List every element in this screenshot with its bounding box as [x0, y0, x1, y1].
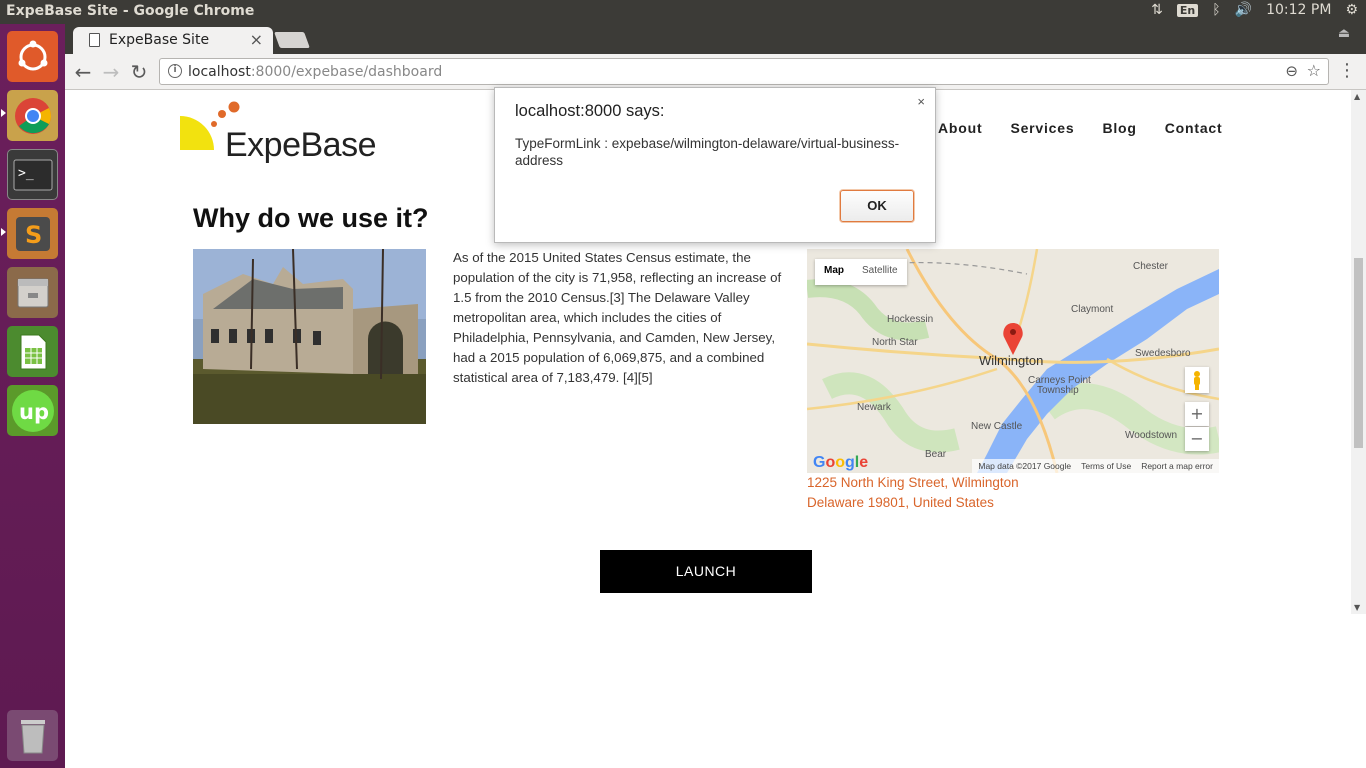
new-tab-button[interactable]	[274, 32, 310, 48]
alert-title: localhost:8000 says:	[515, 102, 665, 120]
network-icon[interactable]: ⇅	[1151, 2, 1163, 18]
map-label-hockessin: Hockessin	[887, 314, 934, 325]
building-photo	[193, 249, 426, 424]
upwork-app-icon[interactable]: up	[7, 385, 58, 436]
address-line-1: 1225 North King Street, Wilmington	[807, 475, 1019, 490]
files-app-icon[interactable]	[7, 267, 58, 318]
map-label-woodstown: Woodstown	[1125, 430, 1178, 441]
site-info-icon[interactable]: i	[168, 64, 182, 78]
chrome-app-icon[interactable]	[7, 90, 58, 141]
bookmark-star-icon[interactable]: ☆	[1307, 61, 1321, 80]
map-label-new-castle: New Castle	[971, 421, 1023, 432]
map-report-error-link[interactable]: Report a map error	[1141, 459, 1213, 473]
nav-blog[interactable]: Blog	[1102, 120, 1136, 136]
map-terms-link[interactable]: Terms of Use	[1081, 459, 1131, 473]
profile-icon[interactable]: ⏏	[1334, 26, 1354, 46]
window-title: ExpeBase Site - Google Chrome	[6, 3, 255, 19]
page-scrollbar[interactable]: ▲ ▼	[1351, 90, 1366, 614]
back-arrow-icon[interactable]: ←	[72, 60, 94, 84]
map-tab-satellite[interactable]: Satellite	[853, 259, 907, 285]
browser-tab[interactable]: ExpeBase Site ×	[73, 27, 273, 54]
bluetooth-icon[interactable]: ᛒ	[1212, 2, 1220, 18]
alert-ok-button[interactable]: OK	[840, 190, 914, 222]
tab-close-icon[interactable]: ×	[250, 30, 263, 49]
forward-arrow-icon[interactable]: →	[100, 60, 122, 84]
nav-contact[interactable]: Contact	[1165, 120, 1223, 136]
alert-message: TypeFormLink : expebase/wilmington-delaw…	[515, 136, 900, 168]
map-label-bear: Bear	[925, 449, 947, 460]
logo-text: ExpeBase	[225, 126, 377, 164]
map-label-chester: Chester	[1133, 261, 1169, 272]
clock[interactable]: 10:12 PM	[1266, 2, 1331, 18]
map-tab-map[interactable]: Map	[815, 259, 853, 285]
address-line-2: Delaware 19801, United States	[807, 495, 994, 510]
launch-button[interactable]: LAUNCH	[600, 550, 812, 593]
page-favicon-icon	[89, 33, 100, 47]
system-tray: ⇅ En ᛒ 🔊 10:12 PM ⚙	[1151, 2, 1358, 18]
svg-text:up: up	[19, 400, 49, 424]
sublime-text-app-icon[interactable]: S	[7, 208, 58, 259]
scrollbar-thumb[interactable]	[1354, 258, 1363, 448]
browser-toolbar: ← → ↻ i localhost:8000/expebase/dashboar…	[65, 54, 1366, 90]
map-type-control: Map Satellite	[815, 259, 907, 285]
trash-icon[interactable]	[7, 710, 58, 761]
body-paragraph: As of the 2015 United States Census esti…	[453, 250, 782, 385]
map-footer: Map data ©2017 Google Terms of Use Repor…	[972, 459, 1219, 473]
site-logo[interactable]: ExpeBase	[180, 98, 380, 164]
map-zoom-out-button[interactable]: −	[1185, 427, 1209, 451]
google-logo: Google	[813, 454, 869, 471]
url-text[interactable]: localhost:8000/expebase/dashboard	[188, 64, 442, 80]
scroll-down-arrow-icon[interactable]: ▼	[1354, 603, 1360, 612]
street-view-pegman-icon[interactable]	[1185, 367, 1209, 393]
address: 1225 North King Street, Wilmington Delaw…	[807, 473, 1019, 513]
map-zoom-in-button[interactable]: +	[1185, 402, 1209, 426]
main-nav: About Services Blog Contact	[938, 120, 1222, 136]
alert-dialog: localhost:8000 says: × TypeFormLink : ex…	[494, 87, 936, 243]
svg-text:S: S	[25, 221, 42, 249]
address-bar[interactable]: i localhost:8000/expebase/dashboard ⊖ ☆	[159, 58, 1329, 85]
map-label-swedesboro: Swedesboro	[1135, 348, 1191, 359]
map-label-township: Township	[1037, 385, 1079, 396]
map-label-claymont: Claymont	[1071, 304, 1114, 315]
section-title: Why do we use it?	[193, 203, 429, 233]
volume-icon[interactable]: 🔊	[1235, 2, 1252, 18]
libreoffice-calc-app-icon[interactable]	[7, 326, 58, 377]
nav-about[interactable]: About	[938, 120, 982, 136]
zoom-icon[interactable]: ⊖	[1285, 62, 1298, 80]
ubuntu-dash-icon[interactable]	[7, 31, 58, 82]
google-map[interactable]: Map Satellite Chester Claymont Hockessin…	[807, 249, 1219, 473]
alert-close-icon[interactable]: ×	[917, 94, 925, 109]
chrome-menu-icon[interactable]: ⋮	[1338, 60, 1356, 81]
reload-icon[interactable]: ↻	[128, 60, 150, 84]
terminal-app-icon[interactable]: >_	[7, 149, 58, 200]
map-label-wilmington: Wilmington	[979, 353, 1044, 368]
settings-gear-icon[interactable]: ⚙	[1345, 2, 1358, 18]
os-top-bar: ExpeBase Site - Google Chrome ⇅ En ᛒ 🔊 1…	[0, 0, 1366, 24]
map-data-credit: Map data ©2017 Google	[978, 461, 1072, 471]
tab-title: ExpeBase Site	[109, 32, 210, 48]
scroll-up-arrow-icon[interactable]: ▲	[1354, 92, 1360, 101]
map-label-north-star: North Star	[872, 337, 918, 348]
keyboard-language-indicator[interactable]: En	[1176, 3, 1199, 17]
browser-tab-strip: ExpeBase Site × ⏏	[65, 24, 1366, 54]
map-label-newark: Newark	[857, 402, 891, 413]
unity-launcher: >_ S up	[0, 24, 65, 768]
nav-services[interactable]: Services	[1010, 120, 1074, 136]
svg-text:>_: >_	[18, 166, 34, 181]
